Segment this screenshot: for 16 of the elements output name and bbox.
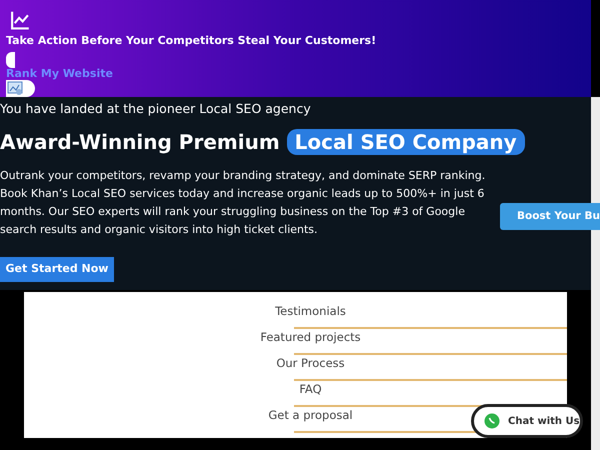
hero-title: Award-Winning Premium <box>0 129 280 156</box>
website-icon <box>7 80 24 97</box>
menu-link[interactable]: FAQ <box>299 382 322 397</box>
chat-button[interactable]: Chat with Us <box>471 404 583 438</box>
menu-link[interactable]: Testimonials <box>275 304 346 319</box>
menu-link[interactable]: Get a proposal <box>268 408 353 423</box>
title-highlight: Local SEO Company <box>286 129 525 155</box>
line-chart-icon <box>9 10 31 32</box>
eyebrow-text: You have landed at the pioneer Local SEO agency <box>0 100 312 118</box>
get-started-button[interactable]: Get Started Now <box>0 257 114 282</box>
toggle-shape <box>6 52 15 68</box>
banner-headline: Take Action Before Your Competitors Steal Your Customers! <box>6 33 376 50</box>
whatsapp-icon <box>484 413 500 429</box>
menu-link[interactable]: Featured projects <box>260 330 361 345</box>
menu-link[interactable]: Our Process <box>276 356 345 371</box>
hero-paragraph: Outrank your competitors, revamp your branding strategy, and dominate SERP ranking. Book Khan’s Local SEO services today and increase organic leads up to 500%+ in just 6 months. Our SEO experts will rank your struggling business on the Top #3 of Google search results and organic visitors into high ticket clients. <box>0 168 486 238</box>
